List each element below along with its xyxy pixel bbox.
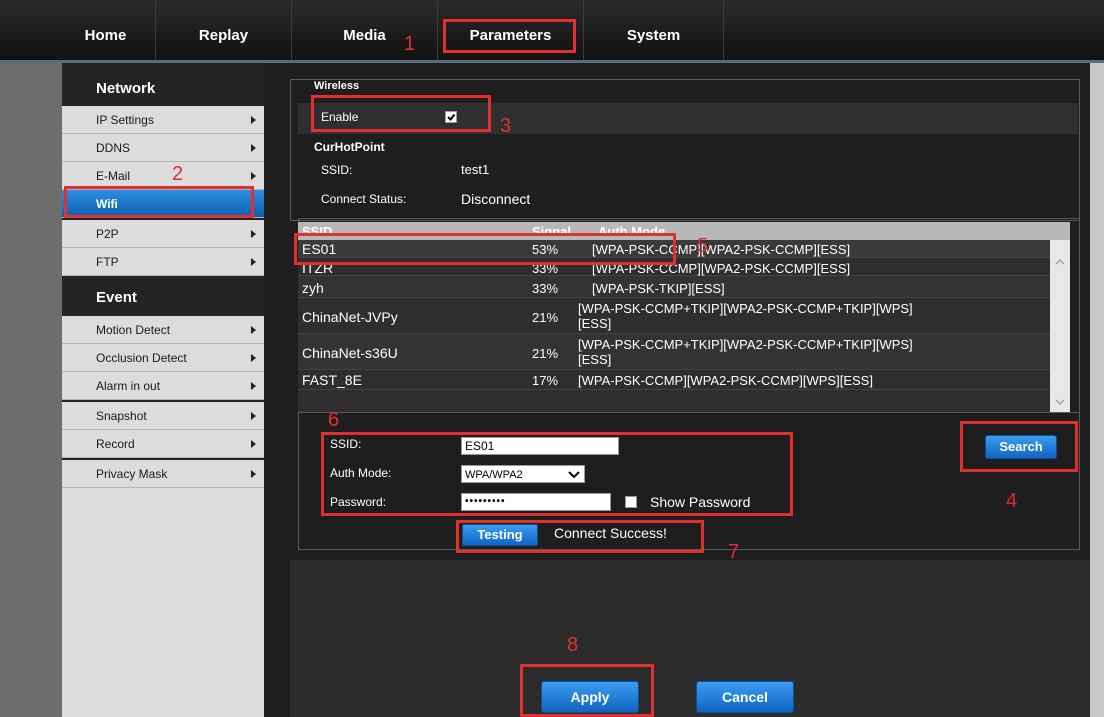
sidebar-item-alarm-in-out[interactable]: Alarm in out	[62, 372, 264, 400]
network-header: Network	[96, 80, 156, 97]
nav-home[interactable]: Home	[56, 0, 156, 60]
sidebar-item-label: IP Settings	[96, 113, 154, 127]
ssid-value: test1	[461, 162, 490, 177]
left-gutter	[0, 63, 62, 717]
table-empty-area	[298, 390, 1050, 412]
sidebar-item-label: Snapshot	[96, 409, 147, 423]
cell-signal: 33%	[532, 281, 559, 296]
sidebar-item-occlusion-detect[interactable]: Occlusion Detect	[62, 344, 264, 372]
annotation-box-parameters	[443, 19, 576, 53]
sidebar-item-p2p[interactable]: P2P	[62, 220, 264, 248]
annotation-box-testing	[456, 520, 704, 553]
nav-media[interactable]: Media	[292, 0, 438, 60]
content-footer-area	[290, 560, 1090, 717]
curhotpoint-label: CurHotPoint	[314, 140, 385, 154]
ssid-label: SSID:	[321, 163, 353, 177]
table-row[interactable]: ChinaNet-JVPy 21% [WPA-PSK-CCMP+TKIP][WP…	[298, 298, 1050, 334]
sidebar-item-label: Occlusion Detect	[96, 351, 187, 365]
wireless-section-label: Wireless	[314, 80, 360, 89]
annotation-number-2: 2	[172, 163, 184, 185]
right-gutter	[1090, 63, 1104, 717]
annotation-box-enable	[311, 95, 491, 132]
table-row[interactable]: zyh 33% [WPA-PSK-TKIP][ESS]	[298, 276, 1050, 298]
sidebar-item-label: Alarm in out	[96, 379, 161, 393]
sidebar-filler	[62, 488, 264, 717]
cell-ssid: FAST_8E	[302, 372, 362, 388]
nav-replay[interactable]: Replay	[156, 0, 292, 60]
sidebar-item-privacy-mask[interactable]: Privacy Mask	[62, 460, 264, 488]
sidebar-item-ftp[interactable]: FTP	[62, 248, 264, 276]
cell-ssid: zyh	[302, 280, 324, 296]
sidebar-item-record[interactable]: Record	[62, 430, 264, 458]
chevron-right-icon	[251, 354, 256, 362]
chevron-right-icon	[251, 258, 256, 266]
annotation-number-1: 1	[404, 33, 416, 55]
annotation-box-search	[960, 421, 1078, 472]
sidebar-item-label: FTP	[96, 255, 119, 269]
annotation-number-3: 3	[500, 115, 512, 137]
chevron-right-icon	[251, 144, 256, 152]
chevron-right-icon	[251, 230, 256, 238]
sidebar-item-ddns[interactable]: DDNS	[62, 134, 264, 162]
sidebar-item-label: DDNS	[96, 141, 131, 155]
sidebar-item-label: P2P	[96, 227, 119, 241]
cell-auth-mode: [WPA-PSK-CCMP][WPA2-PSK-CCMP][WPS][ESS]	[578, 373, 873, 388]
connect-status-label: Connect Status:	[321, 192, 407, 206]
table-scrollbar[interactable]	[1050, 240, 1070, 412]
annotation-number-8: 8	[567, 634, 579, 656]
connect-status-value: Disconnect	[461, 191, 531, 207]
annotation-number-5: 5	[697, 235, 709, 257]
sidebar-item-motion-detect[interactable]: Motion Detect	[62, 316, 264, 344]
annotation-box-wifi	[64, 186, 254, 218]
chevron-right-icon	[251, 412, 256, 420]
cell-ssid: ChinaNet-JVPy	[302, 309, 398, 325]
nav-system[interactable]: System	[584, 0, 724, 60]
event-header: Event	[96, 289, 137, 306]
annotation-box-es01	[294, 233, 676, 265]
cancel-button[interactable]: Cancel	[696, 681, 794, 713]
annotation-box-form	[321, 432, 793, 516]
sidebar-item-label: Motion Detect	[96, 323, 171, 337]
annotation-number-4: 4	[1006, 490, 1018, 512]
table-row[interactable]: ChinaNet-s36U 21% [WPA-PSK-CCMP+TKIP][WP…	[298, 334, 1050, 370]
chevron-right-icon	[251, 326, 256, 334]
cell-auth-mode-line1: [WPA-PSK-CCMP+TKIP][WPA2-PSK-CCMP+TKIP][…	[578, 301, 913, 316]
cell-auth-mode-line2: [ESS]	[578, 352, 612, 367]
table-row[interactable]: FAST_8E 17% [WPA-PSK-CCMP][WPA2-PSK-CCMP…	[298, 370, 1050, 390]
cell-ssid: ChinaNet-s36U	[302, 345, 398, 361]
cell-signal: 21%	[532, 346, 559, 361]
scroll-arrows-icon	[1055, 259, 1065, 405]
chevron-right-icon	[251, 382, 256, 390]
cell-auth-mode: [WPA-PSK-TKIP][ESS]	[592, 281, 725, 296]
sidebar-item-snapshot[interactable]: Snapshot	[62, 402, 264, 430]
annotation-number-7: 7	[728, 541, 740, 563]
divider	[298, 412, 1080, 413]
cell-auth-mode-line1: [WPA-PSK-CCMP+TKIP][WPA2-PSK-CCMP+TKIP][…	[578, 337, 913, 352]
cell-signal: 17%	[532, 373, 559, 388]
chevron-right-icon	[251, 172, 256, 180]
annotation-box-apply	[520, 664, 654, 717]
annotation-number-6: 6	[328, 409, 340, 431]
sidebar-item-label: Privacy Mask	[96, 467, 168, 481]
chevron-right-icon	[251, 116, 256, 124]
chevron-right-icon	[251, 470, 256, 478]
cell-auth-mode-line2: [ESS]	[578, 316, 612, 331]
sidebar-item-ip-settings[interactable]: IP Settings	[62, 106, 264, 134]
sidebar-item-label: Record	[96, 437, 135, 451]
cell-signal: 21%	[532, 310, 559, 325]
chevron-right-icon	[251, 440, 256, 448]
